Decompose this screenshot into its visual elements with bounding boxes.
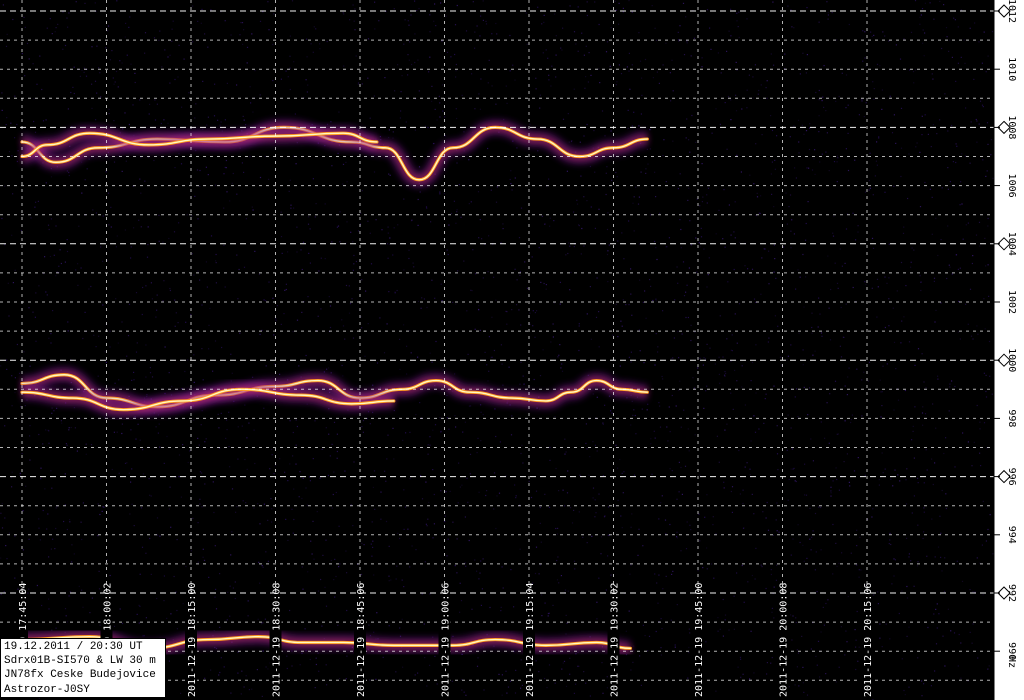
y-tick-label: 1008 [1006, 115, 1017, 139]
y-tick-label: 1002 [1006, 290, 1017, 314]
station-info-box: 19.12.2011 / 20:30 UT Sdrx01B-SI570 & LW… [0, 638, 166, 698]
y-tick-label: 1006 [1006, 174, 1017, 198]
x-tick-label: 2011-12-19 20:15:06 [863, 583, 874, 697]
y-tick-label: 1004 [1006, 232, 1017, 256]
y-tick-label: 1000 [1006, 348, 1017, 372]
x-tick-label: 2011-12-19 19:15:04 [525, 583, 536, 697]
x-tick-label: 2011-12-19 18:45:06 [356, 583, 367, 697]
y-axis-unit: Hz [1006, 656, 1017, 668]
spectrogram-chart: 1012 1010 1008 1006 1004 1002 1000 998 996 994 992… [0, 0, 1024, 700]
y-tick-label: 994 [1006, 526, 1017, 544]
x-tick-label: 2011-12-19 19:30:02 [610, 583, 621, 697]
y-tick-label: 996 [1006, 468, 1017, 486]
info-receiver: Sdrx01B-SI570 & LW 30 m [4, 655, 156, 668]
y-tick-label: 1012 [1006, 0, 1017, 23]
info-observer: Astrozor-J0SY [4, 683, 90, 696]
y-tick-label: 1010 [1006, 57, 1017, 81]
x-tick-label: 2011-12-19 19:00:06 [441, 583, 452, 697]
x-tick-label: 2011-12-19 19:45:00 [694, 583, 705, 697]
x-tick-label: 2011-12-19 18:30:08 [272, 583, 283, 697]
x-tick-label: 2011-12-19 20:00:08 [779, 583, 790, 697]
y-tick-label: 998 [1006, 409, 1017, 427]
info-location: JN78fx Ceske Budejovice [4, 669, 156, 682]
info-date-time: 19.12.2011 / 20:30 UT [4, 641, 143, 653]
x-tick-label: 2011-12-19 18:15:00 [187, 583, 198, 697]
y-tick-label: 992 [1006, 584, 1017, 602]
